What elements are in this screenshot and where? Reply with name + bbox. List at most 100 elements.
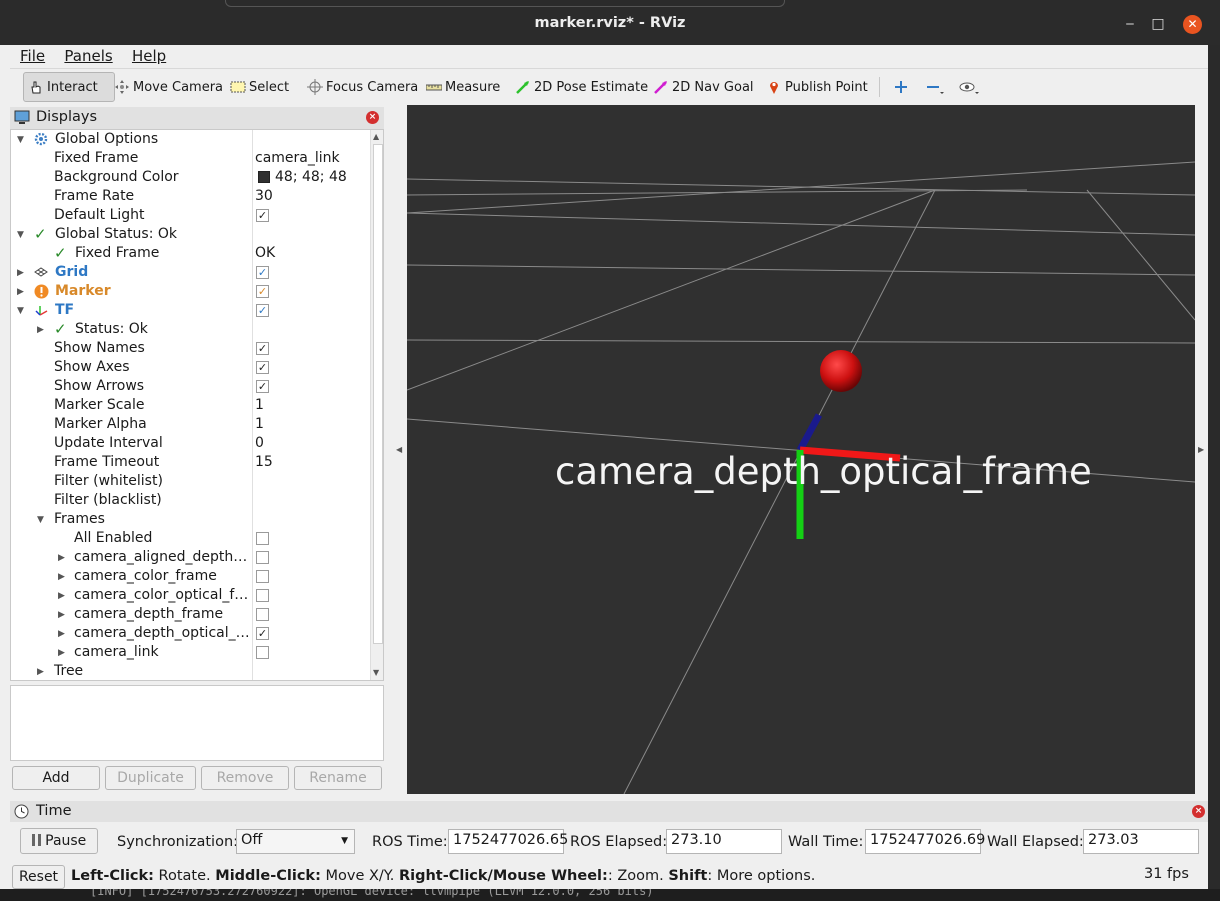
tree-row-frame[interactable]: ▶ camera_depth_optical_… ✓ [11, 624, 371, 643]
maximize-button[interactable]: □ [1149, 15, 1167, 33]
views-menu-button[interactable] [955, 72, 983, 102]
rename-display-button[interactable]: Rename [294, 766, 382, 790]
expand-arrow-icon[interactable]: ▶ [58, 629, 65, 639]
frame-rate-value[interactable]: 30 [255, 188, 273, 204]
pose-estimate-tool-button[interactable]: 2D Pose Estimate [511, 72, 652, 102]
default-light-checkbox[interactable]: ✓ [256, 209, 269, 222]
frame-enabled-checkbox[interactable] [256, 608, 269, 621]
scrollbar-thumb[interactable] [373, 144, 383, 644]
frame-timeout-value[interactable]: 15 [255, 454, 273, 470]
expand-arrow-icon[interactable]: ▶ [58, 648, 65, 658]
render-viewport[interactable]: camera_depth_optical_frame [407, 105, 1195, 794]
tree-row-global-status[interactable]: ▼ ✓ Global Status: Ok [11, 225, 371, 244]
tree-row-frame[interactable]: ▶ camera_color_optical_f… [11, 586, 371, 605]
tree-row-tf[interactable]: ▼ TF ✓ [11, 301, 371, 320]
menu-file[interactable]: File [15, 45, 50, 67]
show-names-checkbox[interactable]: ✓ [256, 342, 269, 355]
background-color-value[interactable]: 48; 48; 48 [275, 169, 347, 185]
tree-row-filter-blacklist[interactable]: Filter (blacklist) [11, 491, 371, 510]
tree-row-background-color[interactable]: Background Color 48; 48; 48 [11, 168, 371, 187]
tree-row-tree[interactable]: ▶ Tree [11, 662, 371, 680]
tree-row-marker-alpha[interactable]: Marker Alpha 1 [11, 415, 371, 434]
tree-row-frame[interactable]: ▶ camera_color_frame [11, 567, 371, 586]
tree-row-frame-rate[interactable]: Frame Rate 30 [11, 187, 371, 206]
scroll-up-arrow-icon[interactable]: ▲ [373, 132, 379, 141]
minimize-button[interactable]: ‒ [1121, 15, 1139, 33]
tree-row-global-options[interactable]: ▼ Global Options [11, 130, 371, 149]
frame-enabled-checkbox[interactable] [256, 589, 269, 602]
tree-row-tf-status[interactable]: ▶ ✓ Status: Ok [11, 320, 371, 339]
remove-display-button[interactable]: Remove [201, 766, 289, 790]
close-time-panel-icon[interactable]: × [1192, 805, 1205, 818]
nav-goal-tool-button[interactable]: 2D Nav Goal [649, 72, 758, 102]
ros-time-field[interactable]: 1752477026.65 [448, 829, 568, 854]
tree-row-filter-whitelist[interactable]: Filter (whitelist) [11, 472, 371, 491]
tree-row-marker[interactable]: ▶ Marker ✓ [11, 282, 371, 301]
reset-button[interactable]: Reset [12, 865, 65, 889]
tree-row-fixed-frame[interactable]: Fixed Frame camera_link [11, 149, 371, 168]
frame-enabled-checkbox[interactable]: ✓ [256, 627, 269, 640]
tree-row-all-enabled[interactable]: All Enabled [11, 529, 371, 548]
close-button[interactable]: ✕ [1183, 15, 1202, 34]
tree-row-update-interval[interactable]: Update Interval 0 [11, 434, 371, 453]
tree-row-frame[interactable]: ▶ camera_depth_frame [11, 605, 371, 624]
close-displays-panel-icon[interactable]: × [366, 111, 379, 124]
sync-select[interactable]: Off ▼ [236, 829, 355, 854]
interact-tool-button[interactable]: Interact [23, 72, 115, 102]
expand-arrow-icon[interactable]: ▶ [37, 325, 44, 335]
tree-row-frame-timeout[interactable]: Frame Timeout 15 [11, 453, 371, 472]
marker-enabled-checkbox[interactable]: ✓ [256, 285, 269, 298]
expand-arrow-icon[interactable]: ▶ [58, 553, 65, 563]
add-tool-button[interactable] [889, 72, 911, 102]
collapse-arrow-icon[interactable]: ▼ [37, 515, 44, 525]
publish-point-tool-button[interactable]: Publish Point [762, 72, 872, 102]
tf-enabled-checkbox[interactable]: ✓ [256, 304, 269, 317]
expand-arrow-icon[interactable]: ▶ [17, 287, 24, 297]
tree-row-marker-scale[interactable]: Marker Scale 1 [11, 396, 371, 415]
pause-button[interactable]: Pause [20, 828, 98, 854]
wall-time-field[interactable]: 1752477026.69 [865, 829, 985, 854]
frame-enabled-checkbox[interactable] [256, 551, 269, 564]
frame-enabled-checkbox[interactable] [256, 646, 269, 659]
ros-elapsed-field[interactable]: 273.10 [666, 829, 782, 854]
tree-row-default-light[interactable]: Default Light ✓ [11, 206, 371, 225]
show-axes-checkbox[interactable]: ✓ [256, 361, 269, 374]
collapse-arrow-icon[interactable]: ▼ [17, 230, 24, 240]
expand-arrow-icon[interactable]: ▶ [58, 610, 65, 620]
tree-row-frame[interactable]: ▶ camera_link [11, 643, 371, 662]
expand-arrow-icon[interactable]: ▶ [58, 572, 65, 582]
grid-enabled-checkbox[interactable]: ✓ [256, 266, 269, 279]
expand-arrow-icon[interactable]: ▶ [37, 667, 44, 677]
tree-row-grid[interactable]: ▶ Grid ✓ [11, 263, 371, 282]
select-tool-button[interactable]: Select [226, 72, 293, 102]
menu-help[interactable]: Help [127, 45, 171, 67]
move-camera-tool-button[interactable]: Move Camera [110, 72, 227, 102]
update-interval-value[interactable]: 0 [255, 435, 264, 451]
add-display-button[interactable]: Add [12, 766, 100, 790]
left-splitter-handle[interactable]: ◀ [391, 105, 407, 794]
tree-row-show-axes[interactable]: Show Axes ✓ [11, 358, 371, 377]
wall-elapsed-field[interactable]: 273.03 [1083, 829, 1199, 854]
remove-tool-button[interactable] [921, 72, 947, 102]
all-enabled-checkbox[interactable] [256, 532, 269, 545]
tree-row-frame[interactable]: ▶ camera_aligned_depth… [11, 548, 371, 567]
scroll-down-arrow-icon[interactable]: ▼ [373, 668, 379, 677]
collapse-arrow-icon[interactable]: ▼ [17, 306, 24, 316]
tree-row-fixed-frame-status[interactable]: ✓ Fixed Frame OK [11, 244, 371, 263]
measure-tool-button[interactable]: Measure [422, 72, 504, 102]
color-swatch[interactable] [258, 171, 270, 183]
tree-row-show-names[interactable]: Show Names ✓ [11, 339, 371, 358]
frame-enabled-checkbox[interactable] [256, 570, 269, 583]
fixed-frame-value[interactable]: camera_link [255, 150, 340, 166]
focus-camera-tool-button[interactable]: Focus Camera [303, 72, 422, 102]
expand-arrow-icon[interactable]: ▶ [58, 591, 65, 601]
right-splitter-handle[interactable]: ▶ [1195, 105, 1208, 794]
tree-row-frames[interactable]: ▼ Frames [11, 510, 371, 529]
displays-tree[interactable]: ▼ Global Options Fixed Frame camera_link… [10, 129, 384, 681]
tree-row-show-arrows[interactable]: Show Arrows ✓ [11, 377, 371, 396]
duplicate-display-button[interactable]: Duplicate [105, 766, 196, 790]
menu-panels[interactable]: Panels [59, 45, 117, 67]
show-arrows-checkbox[interactable]: ✓ [256, 380, 269, 393]
marker-alpha-value[interactable]: 1 [255, 416, 264, 432]
expand-arrow-icon[interactable]: ▶ [17, 268, 24, 278]
